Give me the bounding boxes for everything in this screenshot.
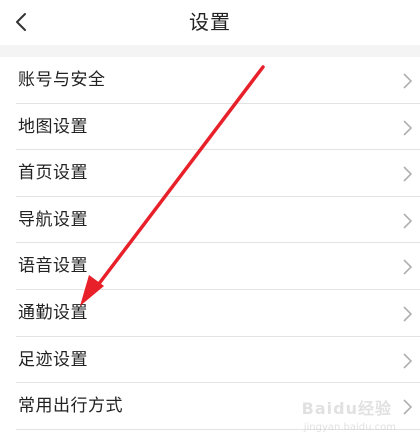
chevron-right-icon xyxy=(402,72,414,90)
top-navigation-bar: 设置 xyxy=(0,0,420,45)
settings-item-label: 导航设置 xyxy=(18,209,88,230)
watermark-logo: Baidu经验 xyxy=(301,399,392,418)
chevron-right-icon xyxy=(402,398,414,416)
chevron-right-icon xyxy=(402,165,414,183)
chevron-right-icon xyxy=(402,119,414,137)
settings-item-label: 地图设置 xyxy=(18,116,88,137)
settings-item-voice[interactable]: 语音设置 xyxy=(0,243,420,290)
settings-item-home[interactable]: 首页设置 xyxy=(0,150,420,197)
chevron-right-icon xyxy=(402,305,414,323)
settings-item-label: 足迹设置 xyxy=(18,349,88,370)
chevron-right-icon xyxy=(402,258,414,276)
settings-item-footprint[interactable]: 足迹设置 xyxy=(0,337,420,384)
settings-item-label: 首页设置 xyxy=(18,163,88,184)
settings-item-label: 常用出行方式 xyxy=(18,396,123,417)
settings-item-label: 通勤设置 xyxy=(18,302,88,323)
settings-item-label: 账号与安全 xyxy=(18,70,106,90)
chevron-right-icon xyxy=(402,212,414,230)
settings-item-account-security[interactable]: 账号与安全 xyxy=(0,57,420,104)
page-title: 设置 xyxy=(189,10,231,34)
settings-item-map[interactable]: 地图设置 xyxy=(0,104,420,151)
watermark-url: jingyan.baidu.com xyxy=(303,422,396,433)
settings-item-commute[interactable]: 通勤设置 xyxy=(0,290,420,337)
settings-list: 账号与安全 地图设置 首页设置 导航设置 语音设置 通勤设置 足迹设置 常用出行… xyxy=(0,57,420,435)
settings-item-navigation[interactable]: 导航设置 xyxy=(0,197,420,244)
section-separator xyxy=(0,45,420,57)
chevron-right-icon xyxy=(402,352,414,370)
settings-item-label: 语音设置 xyxy=(18,256,88,277)
